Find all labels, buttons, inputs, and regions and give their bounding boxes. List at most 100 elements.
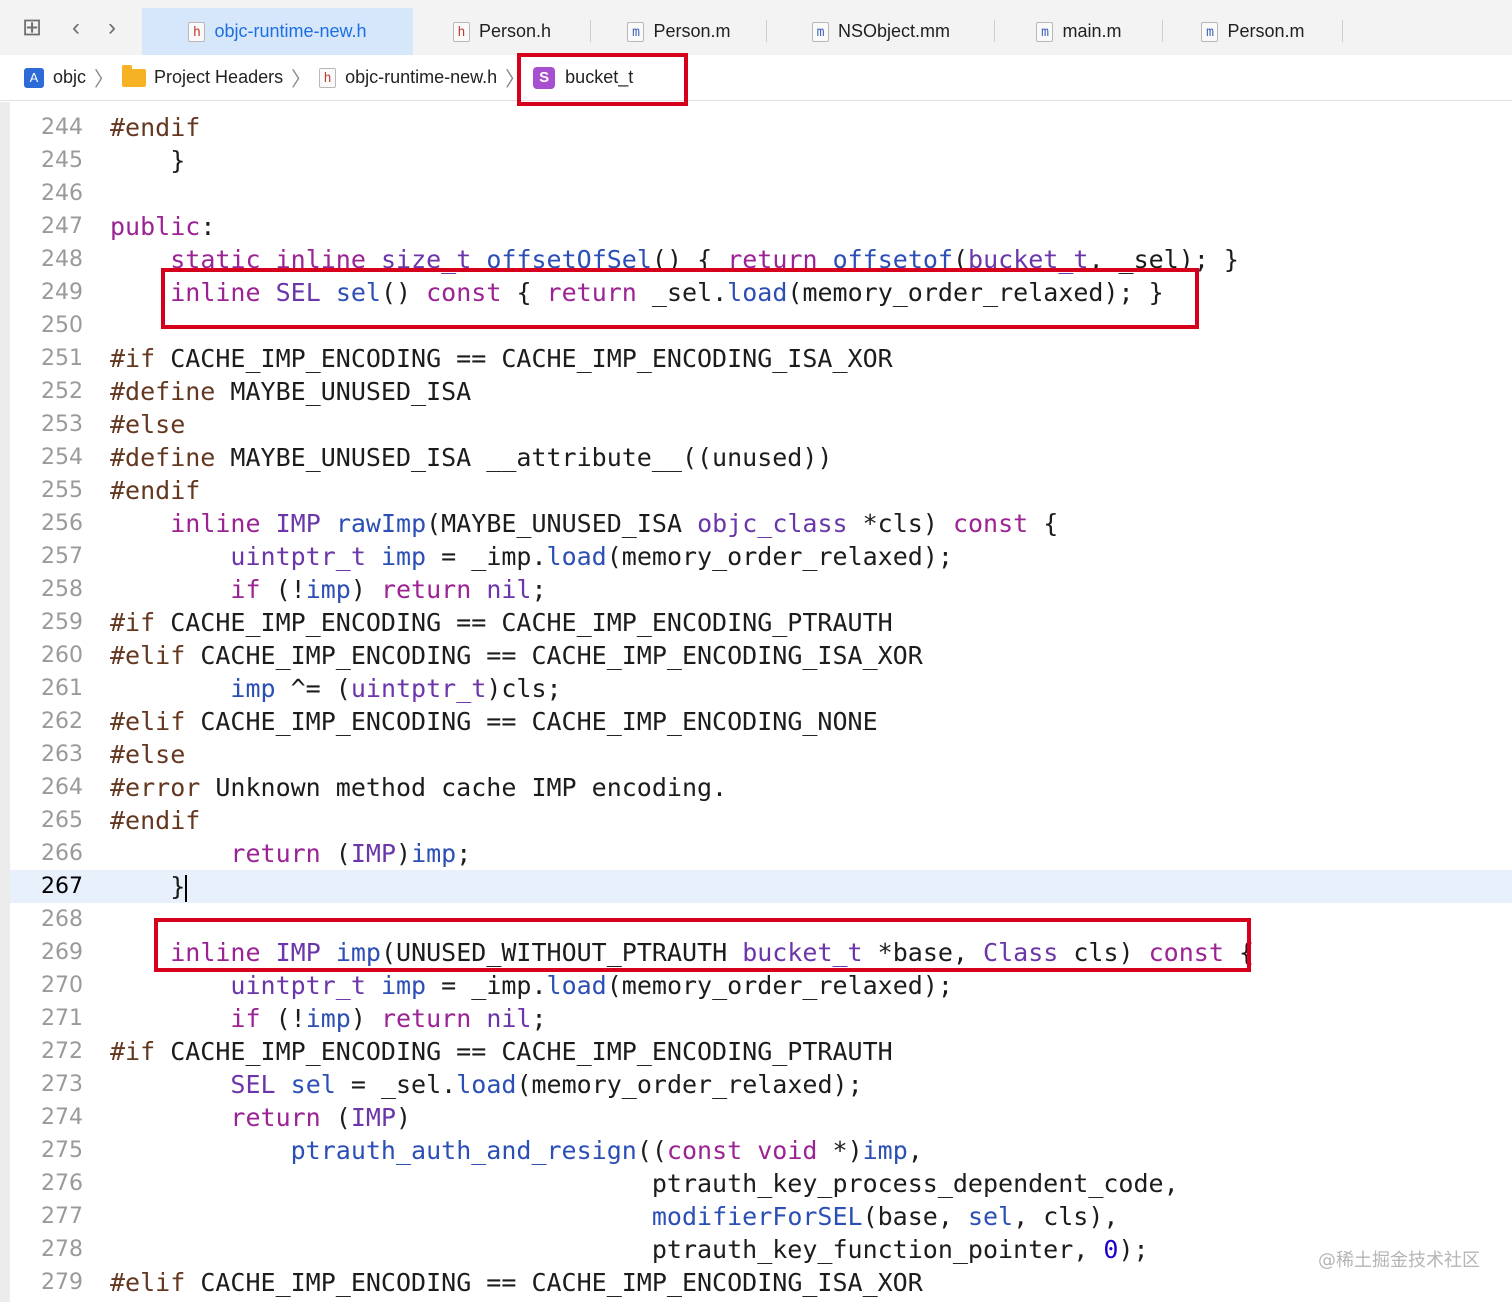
chevron-right-icon: 〉 xyxy=(94,69,115,91)
code-line: 271 if (!imp) return nil; xyxy=(10,1002,1512,1035)
breadcrumb-file-label: objc-runtime-new.h xyxy=(345,67,498,87)
breadcrumb-project[interactable]: A objc xyxy=(24,55,86,101)
code-text: #error Unknown method cache IMP encoding… xyxy=(110,773,728,802)
chevron-right-icon: 〉 xyxy=(505,69,526,91)
tab-person-m[interactable]: m Person.m xyxy=(591,8,767,55)
code-line: 246 xyxy=(10,177,1512,210)
breadcrumb: A objc 〉 Project Headers 〉 h objc-runtim… xyxy=(0,55,1512,101)
code-line: 274 return (IMP) xyxy=(10,1101,1512,1134)
line-number: 270 xyxy=(41,973,83,998)
editor-gutter xyxy=(0,102,10,1302)
tab-label: main.m xyxy=(1062,21,1122,41)
code-line: 270 uintptr_t imp = _imp.load(memory_ord… xyxy=(10,969,1512,1002)
grid-icon[interactable]: ⊞ xyxy=(18,14,46,42)
code-line: 264 #error Unknown method cache IMP encod… xyxy=(10,771,1512,804)
line-number: 272 xyxy=(41,1039,83,1064)
code-text: imp ^= (uintptr_t)cls; xyxy=(230,674,562,703)
line-number: 249 xyxy=(41,280,83,305)
code-line: 258 if (!imp) return nil; xyxy=(10,573,1512,606)
line-number: 268 xyxy=(41,907,83,932)
code-text: #define MAYBE_UNUSED_ISA xyxy=(110,377,472,406)
project-icon: A xyxy=(24,67,44,88)
code-text: return (IMP)imp; xyxy=(230,839,472,868)
code-line: 276 ptrauth_key_process_dependent_code, xyxy=(10,1167,1512,1200)
code-line: 273 SEL sel = _sel.load(memory_order_rel… xyxy=(10,1068,1512,1101)
tab-label: Person.h xyxy=(478,21,552,41)
code-line: 263 #else xyxy=(10,738,1512,771)
tab-separator xyxy=(1342,20,1343,42)
code-text: #endif xyxy=(110,113,201,142)
code-text: inline SEL sel() const { return _sel.loa… xyxy=(170,278,1164,307)
code-text: #else xyxy=(110,410,186,439)
code-line: 265 #endif xyxy=(10,804,1512,837)
forward-chevron-icon[interactable]: › xyxy=(98,14,126,42)
breadcrumb-file[interactable]: h objc-runtime-new.h xyxy=(319,55,497,101)
tab-objc-runtime-new-h[interactable]: h objc-runtime-new.h xyxy=(142,8,413,55)
line-number: 258 xyxy=(41,577,83,602)
line-number: 260 xyxy=(41,643,83,668)
tab-nsobject-mm[interactable]: m NSObject.mm xyxy=(767,8,995,55)
code-text: #endif xyxy=(110,476,201,505)
line-number: 255 xyxy=(41,478,83,503)
header-file-icon: h xyxy=(188,21,206,42)
line-number: 276 xyxy=(41,1171,83,1196)
line-number: 256 xyxy=(41,511,83,536)
tab-person-h[interactable]: h Person.h xyxy=(413,8,591,55)
code-text: } xyxy=(110,146,186,175)
code-text: #endif xyxy=(110,806,201,835)
folder-icon xyxy=(122,64,147,87)
struct-icon: S xyxy=(533,66,556,89)
tab-label: objc-runtime-new.h xyxy=(214,21,367,41)
code-text: #if CACHE_IMP_ENCODING == CACHE_IMP_ENCO… xyxy=(110,608,893,637)
code-text: #elif CACHE_IMP_ENCODING == CACHE_IMP_EN… xyxy=(110,641,923,670)
code-text: static inline size_t offsetOfSel() { ret… xyxy=(170,245,1239,274)
tab-bar: ⊞ ‹ › h objc-runtime-new.h h Person.h m Perso… xyxy=(0,0,1512,56)
code-text: #if CACHE_IMP_ENCODING == CACHE_IMP_ENCO… xyxy=(110,1037,893,1066)
line-number: 252 xyxy=(41,379,83,404)
line-number: 245 xyxy=(41,148,83,173)
code-line: 254 #define MAYBE_UNUSED_ISA __attribute_… xyxy=(10,441,1512,474)
line-number: 244 xyxy=(41,115,83,140)
code-line: 253 #else xyxy=(10,408,1512,441)
header-file-icon: h xyxy=(452,21,470,42)
editor-tabs: h objc-runtime-new.h h Person.h m Person.m m NS… xyxy=(142,8,1343,55)
line-number: 273 xyxy=(41,1072,83,1097)
code-line: 268 xyxy=(10,903,1512,936)
code-line: 275 ptrauth_auth_and_resign((const void … xyxy=(10,1134,1512,1167)
code-text: inline IMP imp(UNUSED_WITHOUT_PTRAUTH bu… xyxy=(170,938,1254,967)
header-file-icon: h xyxy=(319,67,337,88)
line-number: 271 xyxy=(41,1006,83,1031)
code-text: #define MAYBE_UNUSED_ISA __attribute__((… xyxy=(110,443,833,472)
breadcrumb-group-label: Project Headers xyxy=(154,67,284,87)
breadcrumb-group[interactable]: Project Headers xyxy=(122,55,283,101)
line-number: 257 xyxy=(41,544,83,569)
code-line: 256 inline IMP rawImp(MAYBE_UNUSED_ISA o… xyxy=(10,507,1512,540)
code-line: 262 #elif CACHE_IMP_ENCODING == CACHE_IMP… xyxy=(10,705,1512,738)
chevron-right-icon: 〉 xyxy=(291,69,312,91)
tab-main-m[interactable]: m main.m xyxy=(995,8,1163,55)
source-file-icon: m xyxy=(627,21,645,42)
code-line: 249 inline SEL sel() const { return _sel… xyxy=(10,276,1512,309)
code-line: 257 uintptr_t imp = _imp.load(memory_ord… xyxy=(10,540,1512,573)
line-number: 262 xyxy=(41,709,83,734)
code-text: ptrauth_auth_and_resign((const void *)im… xyxy=(290,1136,923,1165)
code-line: 252 #define MAYBE_UNUSED_ISA xyxy=(10,375,1512,408)
breadcrumb-symbol[interactable]: S bucket_t xyxy=(533,55,633,101)
line-number: 267 xyxy=(41,874,83,899)
code-line: 266 return (IMP)imp; xyxy=(10,837,1512,870)
line-number: 279 xyxy=(41,1270,83,1295)
tab-person-m[interactable]: m Person.m xyxy=(1163,8,1343,55)
line-number: 247 xyxy=(41,214,83,239)
code-line: 259 #if CACHE_IMP_ENCODING == CACHE_IMP_E… xyxy=(10,606,1512,639)
code-text: } xyxy=(110,872,188,902)
code-text: return (IMP) xyxy=(230,1103,412,1132)
line-number: 263 xyxy=(41,742,83,767)
text-cursor xyxy=(185,874,188,902)
code-text: public: xyxy=(110,212,216,241)
back-chevron-icon[interactable]: ‹ xyxy=(62,14,90,42)
code-text: uintptr_t imp = _imp.load(memory_order_r… xyxy=(230,542,953,571)
code-line: 260 #elif CACHE_IMP_ENCODING == CACHE_IMP… xyxy=(10,639,1512,672)
code-text: if (!imp) return nil; xyxy=(230,1004,547,1033)
code-editor[interactable]: 244 #endif 245 } 246 247 public: 248 static in… xyxy=(0,102,1512,1302)
code-line: 248 static inline size_t offsetOfSel() {… xyxy=(10,243,1512,276)
